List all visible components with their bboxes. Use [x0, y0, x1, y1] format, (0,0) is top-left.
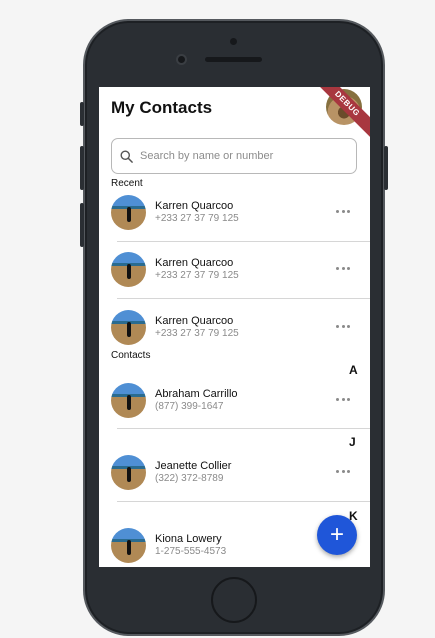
contact-phone: 1-275-555-4573	[155, 546, 227, 557]
volume-up-button	[80, 146, 84, 190]
contact-name: Jeanette Collier	[155, 460, 232, 472]
power-button	[384, 146, 388, 190]
search-bar[interactable]	[111, 138, 357, 174]
recent-contact-row[interactable]: Karren Quarcoo +233 27 37 79 125	[111, 193, 358, 233]
contact-avatar	[111, 310, 146, 345]
more-options-icon[interactable]	[336, 466, 350, 476]
divider	[117, 501, 370, 502]
more-options-icon[interactable]	[336, 394, 350, 404]
search-icon	[120, 150, 133, 163]
mute-switch	[80, 102, 84, 126]
contact-row[interactable]: Abraham Carrillo (877) 399-1647	[111, 381, 358, 421]
front-camera	[176, 54, 187, 65]
contact-name: Kiona Lowery	[155, 533, 222, 545]
recent-contact-row[interactable]: Karren Quarcoo +233 27 37 79 125	[111, 250, 358, 290]
more-options-icon[interactable]	[336, 206, 350, 216]
contact-avatar	[111, 455, 146, 490]
divider	[117, 428, 370, 429]
volume-down-button	[80, 203, 84, 247]
section-header-recent: Recent	[111, 178, 143, 189]
contact-phone: +233 27 37 79 125	[155, 213, 239, 224]
page-title: My Contacts	[111, 98, 213, 117]
add-contact-button[interactable]: +	[317, 515, 357, 555]
divider	[117, 241, 370, 242]
earpiece-speaker	[205, 57, 262, 62]
contact-phone: +233 27 37 79 125	[155, 270, 239, 281]
contact-avatar	[111, 195, 146, 230]
more-options-icon[interactable]	[336, 263, 350, 273]
app-screen: My Contacts DEBUG Recent Karren Quarcoo …	[99, 87, 370, 567]
index-letter-j: J	[349, 435, 356, 449]
contact-row[interactable]: Jeanette Collier (322) 372-8789	[111, 453, 358, 493]
contact-avatar	[111, 528, 146, 563]
contact-name: Abraham Carrillo	[155, 388, 238, 400]
contact-name: Karren Quarcoo	[155, 315, 234, 327]
plus-icon: +	[329, 521, 344, 548]
contact-name: Karren Quarcoo	[155, 200, 234, 212]
index-letter-a: A	[349, 363, 358, 377]
contact-avatar	[111, 383, 146, 418]
search-input[interactable]	[140, 145, 350, 167]
divider	[117, 298, 370, 299]
contact-name: Karren Quarcoo	[155, 257, 234, 269]
contact-phone: (322) 372-8789	[155, 473, 224, 484]
contact-phone: (877) 399-1647	[155, 401, 224, 412]
contact-phone: +233 27 37 79 125	[155, 328, 239, 339]
section-header-contacts: Contacts	[111, 350, 151, 361]
recent-contact-row[interactable]: Karren Quarcoo +233 27 37 79 125	[111, 308, 358, 348]
front-sensor	[230, 38, 237, 45]
home-button[interactable]	[211, 577, 257, 623]
contact-avatar	[111, 252, 146, 287]
more-options-icon[interactable]	[336, 321, 350, 331]
